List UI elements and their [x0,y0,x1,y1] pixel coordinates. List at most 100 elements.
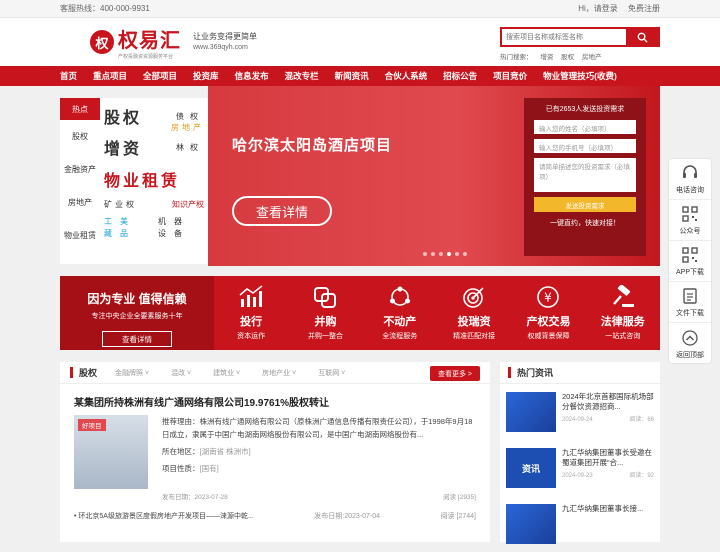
cat-machine-link[interactable]: 机器设备 [158,216,204,240]
tool-label: 电话咨询 [676,187,704,194]
news-title[interactable]: 九汇华纳集团董事长接... [562,504,654,514]
search-input[interactable] [502,29,626,45]
intro-title: 因为专业 值得信赖 [87,292,187,306]
submit-button[interactable]: 发送投资需求 [534,197,636,212]
nav-item[interactable]: 招标公告 [443,70,477,82]
nav-item[interactable]: 首页 [60,70,77,82]
service-merger[interactable]: 并购 并购一整合 [288,276,362,350]
nav-item[interactable]: 新闻资讯 [335,70,369,82]
cat-realestate-link[interactable]: 房地产 [171,122,204,133]
qrcode-icon [682,206,698,222]
nav-item[interactable]: 投资库 [193,70,219,82]
register-link[interactable]: 免费注册 [628,4,660,13]
service-title: 投瑞资 [457,316,491,328]
news-title[interactable]: 九汇华纳集团董事长受邀在蜀道集团开展“合... [562,448,654,468]
nav-item[interactable]: 全部项目 [143,70,177,82]
cat-capital-link[interactable]: 增资 [104,135,142,159]
equity-tab[interactable]: 房地产业 ˅ [262,368,296,378]
news-item[interactable]: 资讯 九汇华纳集团董事长受邀在蜀道集团开展“合... 2024-09-23 阅读：… [500,440,660,496]
project-info: 推荐理由：株洲有线广通网络有限公司（原株洲广通信息传播有限责任公司），于1998… [162,415,476,489]
news-section: 热门资讯 2024年北京首都国际机场部分餐饮资源招商... 2024-09-24… [500,362,660,544]
cat-lease-link[interactable]: 物业租赁 [104,167,180,191]
cat-ip-link[interactable]: 知识产权 [172,199,204,210]
banner-detail-button[interactable]: 查看详情 [232,196,332,226]
equity-heading: 股权 [79,368,98,378]
service-title: 法律服务 [600,316,645,328]
slogan-text: 让业务变得更简单 [193,32,257,41]
svg-text:¥: ¥ [545,291,553,305]
carousel-dot-active[interactable] [447,252,451,256]
nav-item[interactable]: 合伙人系统 [385,70,428,82]
name-field[interactable]: 输入您的姓名（必填项） [534,120,636,134]
cat-equity-link[interactable]: 股权 [104,104,142,128]
service-property-trade[interactable]: ¥ 产权交易 权威背景保障 [511,276,585,350]
app-download-button[interactable]: APP下载 [669,241,711,282]
equity-tab[interactable]: 金融牌照 ˅ [115,368,149,378]
view-more-button[interactable]: 查看更多 > [430,366,480,381]
hotline-text: 客服热线：400-000-9931 [60,4,150,13]
file-download-button[interactable]: 文件下载 [669,282,711,323]
site-url: www.369qyh.com [193,44,248,51]
intro-detail-button[interactable]: 查看详情 [102,331,172,347]
cat-mining-link[interactable]: 矿业权 [104,199,137,210]
good-project-badge: 好项目 [78,419,106,431]
news-item[interactable]: 九汇华纳集团董事长接... [500,496,660,552]
category-financial-assets[interactable]: 金融资产 [60,153,100,186]
news-title[interactable]: 2024年北京首都国际机场部分餐饮资源招商... [562,392,654,412]
service-real-estate[interactable]: 不动产 全流程服务 [363,276,437,350]
list-item-title[interactable]: • 环北京5A级旅游景区度假房地产开发项目——涞源中乾... [74,511,254,521]
project-title[interactable]: 某集团所持株洲有线广通网络有限公司19.9761%股权转让 [60,384,490,415]
project-image[interactable]: 好项目 [74,415,148,489]
carousel-dot[interactable] [455,252,459,256]
site-logo[interactable]: 权 权易汇 产权投融资资源服务平台 [90,24,181,60]
nav-item[interactable]: 物业管理技巧(收费) [543,70,617,82]
cat-art-link[interactable]: 工美藏品 [104,216,150,240]
nav-item[interactable]: 信息发布 [235,70,269,82]
login-link[interactable]: Hi，请登录 [578,4,618,13]
equity-tab[interactable]: 互联网 ˅ [318,368,345,378]
nav-item[interactable]: 混改专栏 [285,70,319,82]
search-icon [637,32,648,43]
hot-search-item[interactable]: 房地产 [582,54,602,61]
chevron-up-icon [682,329,698,346]
carousel-dot[interactable] [423,252,427,256]
search-button[interactable] [626,29,658,45]
carousel-dots [423,252,471,256]
list-item[interactable]: • 环北京5A级旅游景区度假房地产开发项目——涞源中乾... 发布日期:2023… [60,501,490,521]
carousel-dot[interactable] [439,252,443,256]
equity-tab[interactable]: 建筑业 ˅ [213,368,240,378]
qrcode-icon [682,247,698,263]
back-to-top-button[interactable]: 返回顶部 [669,323,711,364]
nav-item[interactable]: 项目竞价 [493,70,527,82]
hot-search-item[interactable]: 增资 [540,54,553,61]
news-date: 2024-09-23 [562,473,593,479]
service-investment-bank[interactable]: 投行 资本运作 [214,276,288,350]
cat-debt-link[interactable]: 债权 [176,111,204,122]
news-thumbnail[interactable]: 资讯 [506,448,556,488]
cat-forest-link[interactable]: 林权 [176,142,204,153]
phone-consult-button[interactable]: 电话咨询 [669,159,711,200]
service-financing[interactable]: 投瑞资 精准匹配对接 [437,276,511,350]
service-legal[interactable]: 法律服务 一站式咨询 [586,276,660,350]
need-field[interactable]: 请简单描述您的投资需求（必填项） [534,158,636,192]
nav-item[interactable]: 重点项目 [93,70,127,82]
carousel-dot[interactable] [463,252,467,256]
equity-tab[interactable]: 混改 ˅ [171,368,191,378]
carousel-dot[interactable] [431,252,435,256]
headset-icon [683,165,697,178]
news-thumbnail[interactable] [506,504,556,544]
category-equity[interactable]: 股权 [60,120,100,153]
service-sub: 一站式咨询 [605,333,641,340]
nature-value: [国有] [199,464,219,473]
main-nav: 首页 重点项目 全部项目 投资库 信息发布 混改专栏 新闻资讯 合伙人系统 招标… [0,66,720,86]
category-hot[interactable]: 热点 [60,98,100,120]
phone-field[interactable]: 输入您的手机号（必填项） [534,139,636,153]
hot-search-item[interactable]: 股权 [561,54,574,61]
wechat-account-button[interactable]: 公众号 [669,200,711,241]
service-title: 并购 [314,316,337,328]
category-property-lease[interactable]: 物业租赁 [60,219,100,252]
news-item[interactable]: 2024年北京首都国际机场部分餐饮资源招商... 2024-09-24 阅读：66 [500,384,660,440]
news-thumbnail[interactable] [506,392,556,432]
news-views: 阅读：92 [629,473,654,479]
category-real-estate[interactable]: 房地产 [60,186,100,219]
